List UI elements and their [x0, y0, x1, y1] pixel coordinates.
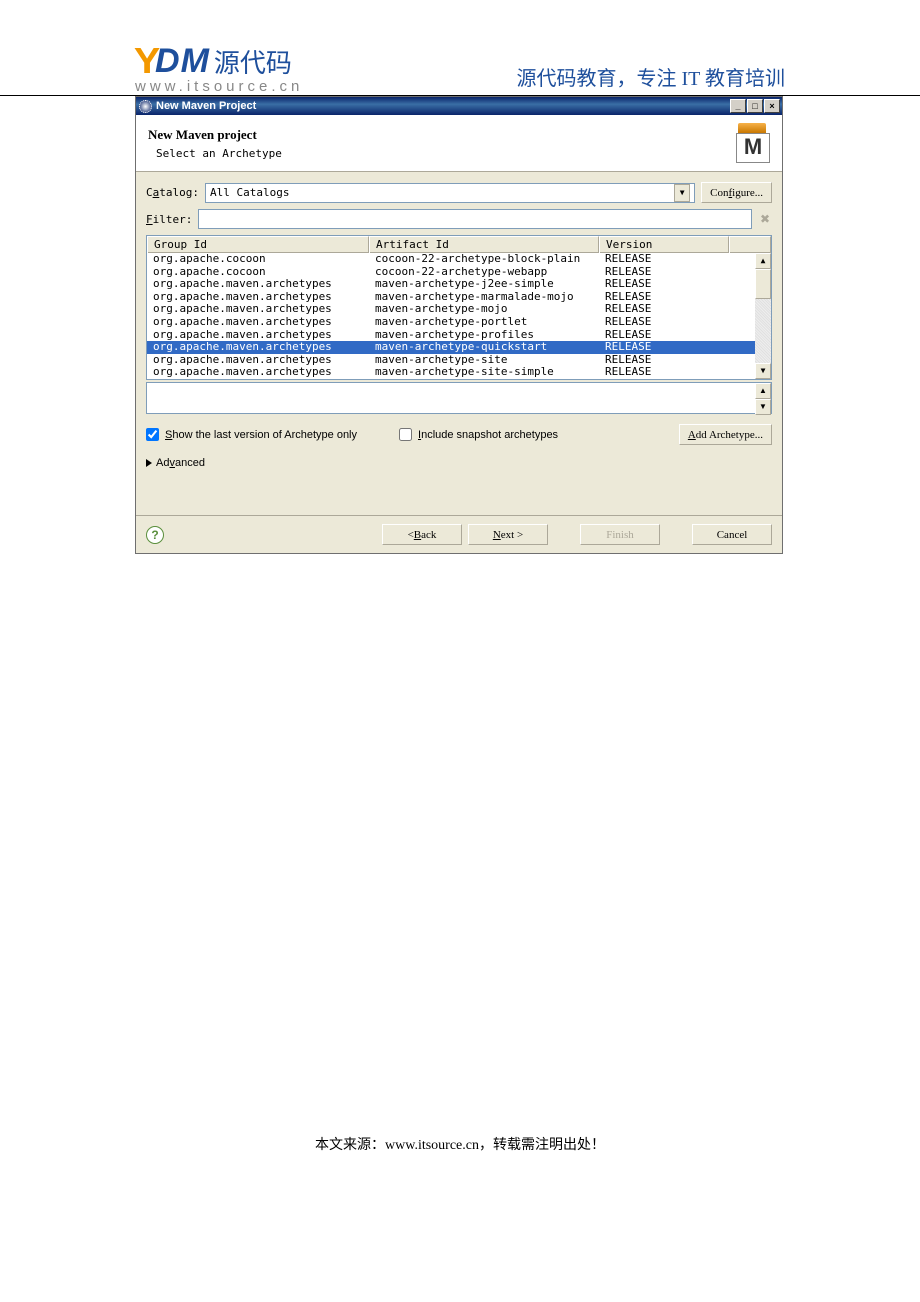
- catalog-label: Catalog:: [146, 186, 199, 199]
- maven-icon: [732, 123, 772, 163]
- logo-swoosh-icon: Y: [134, 40, 158, 82]
- logo: Y DM 源代码 www.itsource.cn: [135, 40, 303, 95]
- table-row[interactable]: org.apache.maven.archetypesmaven-archety…: [147, 341, 771, 354]
- header-version[interactable]: Version: [599, 236, 729, 253]
- window-icon: [139, 100, 152, 113]
- snapshot-label: Include snapshot archetypes: [418, 429, 558, 441]
- filter-label: Filter:: [146, 213, 192, 226]
- table-header[interactable]: Group Id Artifact Id Version: [147, 236, 771, 253]
- table-row[interactable]: org.apache.cocooncocoon-22-archetype-blo…: [147, 253, 771, 266]
- scroll-up-icon[interactable]: ▲: [755, 383, 771, 399]
- last-version-label: Show the last version of Archetype only: [165, 429, 357, 441]
- help-icon[interactable]: ?: [146, 526, 164, 544]
- finish-button: Finish: [580, 524, 660, 545]
- expand-icon: [146, 459, 152, 467]
- dialog-window: New Maven Project _ □ × New Maven projec…: [135, 96, 783, 554]
- close-button[interactable]: ×: [764, 99, 780, 113]
- last-version-checkbox[interactable]: [146, 428, 159, 441]
- advanced-toggle[interactable]: Advanced: [146, 457, 772, 469]
- footer-suffix: ，转载需注明出处！: [479, 1138, 605, 1153]
- advanced-label: Advanced: [156, 457, 205, 469]
- wizard-banner: New Maven project Select an Archetype: [136, 115, 782, 172]
- minimize-button[interactable]: _: [730, 99, 746, 113]
- add-archetype-button[interactable]: Add Archetype...: [679, 424, 772, 445]
- logo-text-dm: DM: [155, 42, 210, 81]
- cancel-button[interactable]: Cancel: [692, 524, 772, 545]
- banner-title: New Maven project: [148, 127, 732, 143]
- scroll-down-icon[interactable]: ▼: [755, 399, 771, 415]
- desc-scrollbar[interactable]: ▲ ▼: [755, 383, 771, 413]
- banner-subtitle: Select an Archetype: [156, 147, 732, 160]
- page-footer: 本文来源：www.itsource.cn，转载需注明出处！: [0, 1134, 920, 1184]
- maximize-button[interactable]: □: [747, 99, 763, 113]
- next-button[interactable]: Next >: [468, 524, 548, 545]
- footer-prefix: 本文来源：: [315, 1138, 385, 1153]
- logo-url: www.itsource.cn: [135, 78, 303, 95]
- scrollbar[interactable]: ▲ ▼: [755, 253, 771, 379]
- footer-link[interactable]: www.itsource.cn: [385, 1138, 479, 1153]
- archetype-table[interactable]: Group Id Artifact Id Version org.apache.…: [146, 235, 772, 380]
- table-row[interactable]: org.apache.maven.archetypesmaven-archety…: [147, 316, 771, 329]
- logo-text-cn: 源代码: [214, 43, 292, 80]
- header-artifact[interactable]: Artifact Id: [369, 236, 599, 253]
- window-title: New Maven Project: [156, 100, 256, 112]
- header-slogan: 源代码教育，专注 IT 教育培训: [516, 62, 785, 95]
- snapshot-checkbox[interactable]: [399, 428, 412, 441]
- catalog-combo[interactable]: All Catalogs ▼: [205, 183, 695, 203]
- page-header: Y DM 源代码 www.itsource.cn 源代码教育，专注 IT 教育培…: [0, 40, 920, 96]
- table-row[interactable]: org.apache.maven.archetypesmaven-archety…: [147, 278, 771, 291]
- dialog-footer: ? < Back Next > Finish Cancel: [136, 515, 782, 553]
- header-group[interactable]: Group Id: [147, 236, 369, 253]
- catalog-value: All Catalogs: [210, 186, 289, 199]
- scroll-up-icon[interactable]: ▲: [755, 253, 771, 269]
- titlebar[interactable]: New Maven Project _ □ ×: [136, 97, 782, 115]
- scroll-thumb[interactable]: [755, 269, 771, 299]
- clear-filter-icon[interactable]: ✖: [758, 212, 772, 226]
- configure-button[interactable]: Configure...: [701, 182, 772, 203]
- filter-input[interactable]: [198, 209, 752, 229]
- description-box: ▲ ▼: [146, 382, 772, 414]
- back-button[interactable]: < Back: [382, 524, 462, 545]
- table-row[interactable]: org.apache.maven.archetypesmaven-archety…: [147, 379, 771, 380]
- scroll-down-icon[interactable]: ▼: [755, 363, 771, 379]
- chevron-down-icon[interactable]: ▼: [674, 184, 690, 202]
